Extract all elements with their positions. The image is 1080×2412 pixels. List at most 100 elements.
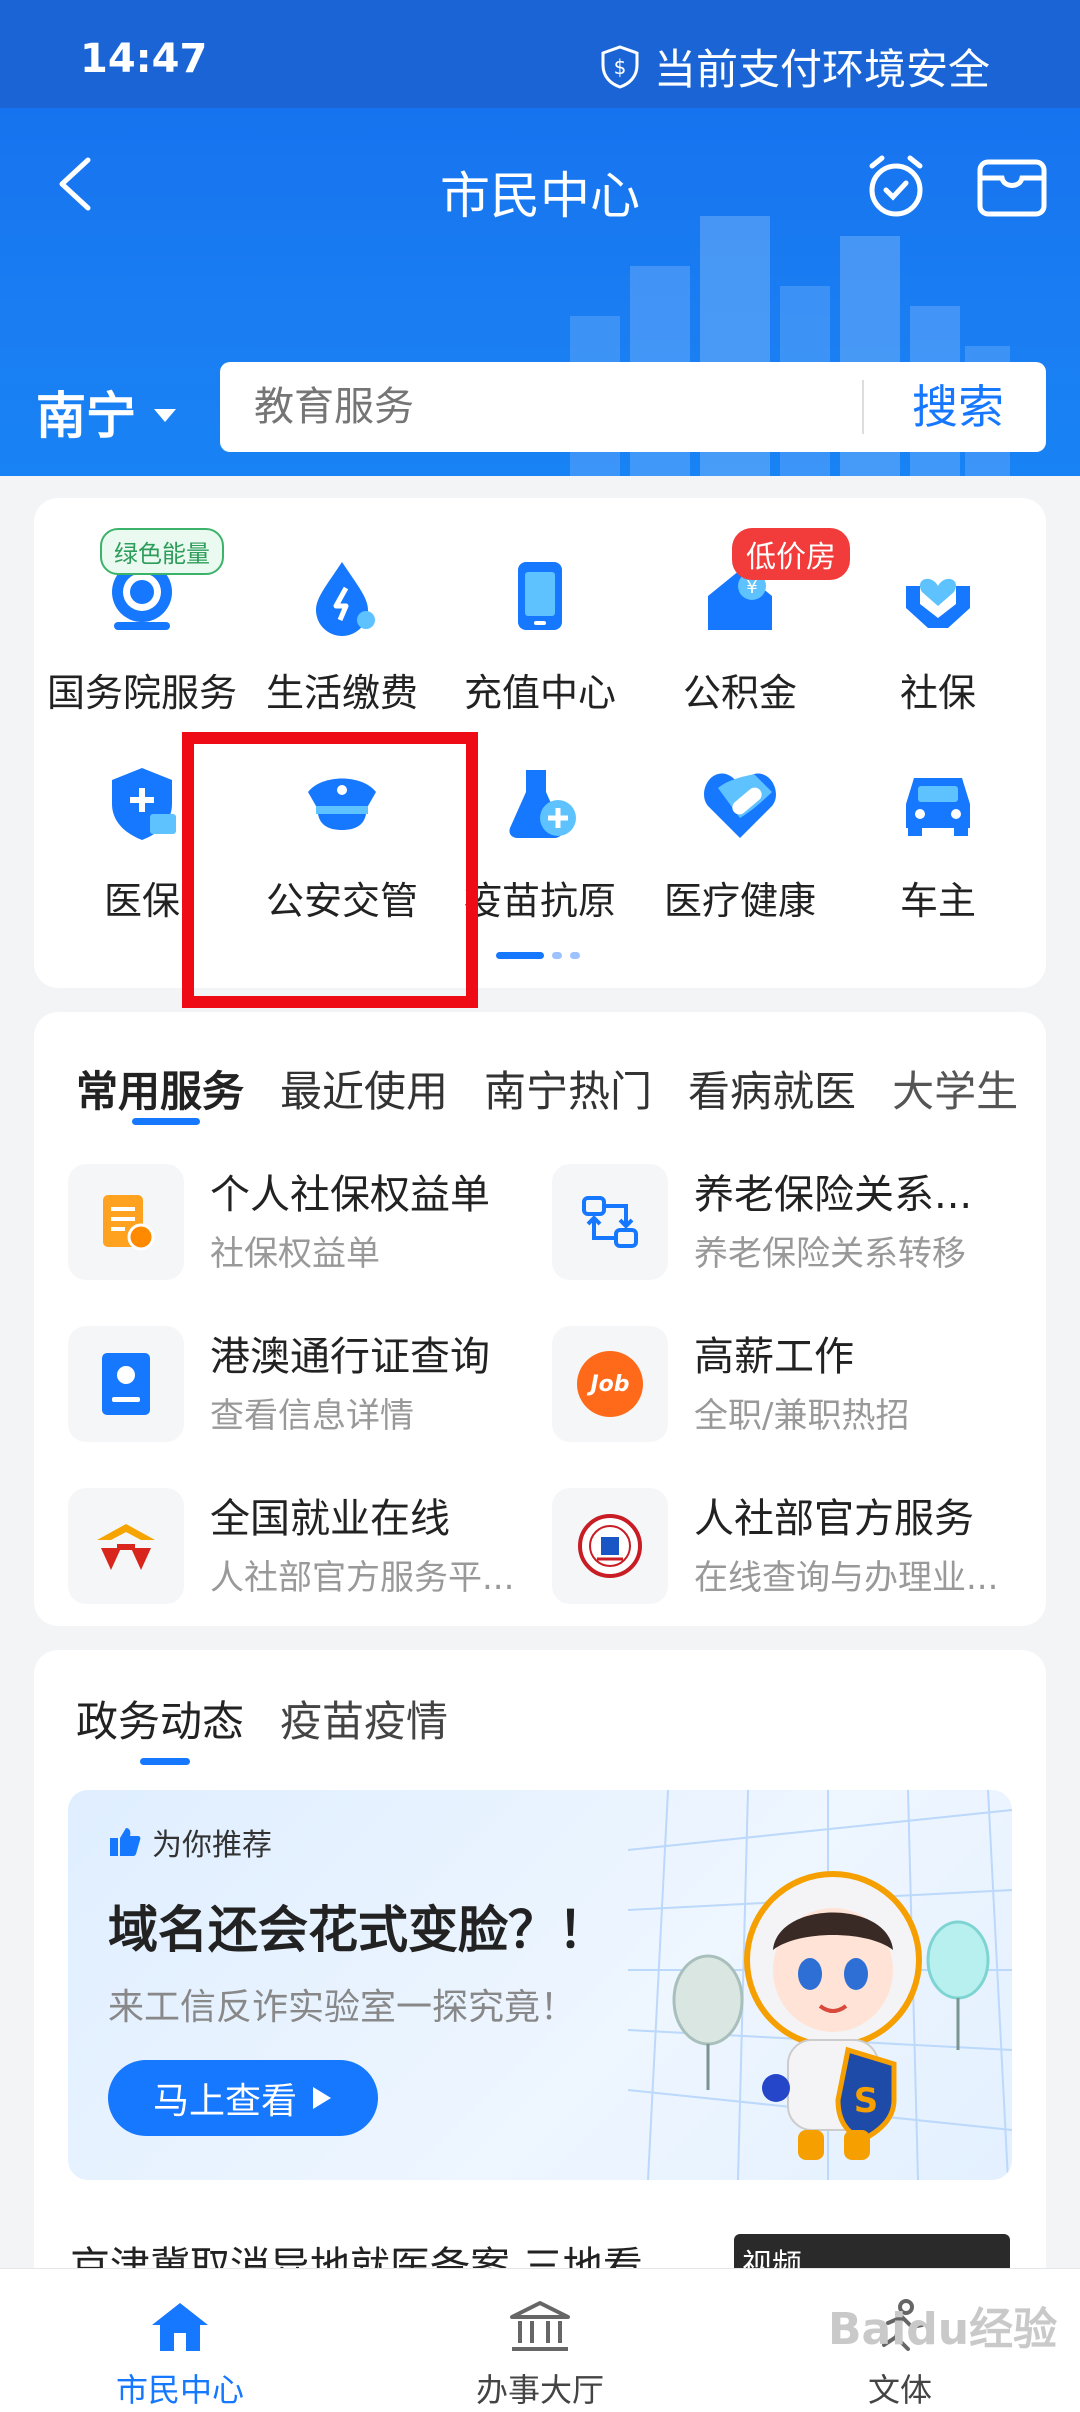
service-title: 港澳通行证查询 xyxy=(210,1334,490,1380)
svg-text:¥: ¥ xyxy=(746,577,757,598)
tab-nanning-hot[interactable]: 南宁热门 xyxy=(484,1058,652,1119)
service-title: 人社部官方服务 xyxy=(694,1496,974,1542)
city-name: 南宁 xyxy=(36,387,136,445)
service-item-high-salary-jobs[interactable]: Job 高薪工作 全职/兼职热招 xyxy=(552,1324,1022,1444)
service-item-social-rights[interactable]: 个人社保权益单 社保权益单 xyxy=(68,1162,538,1282)
tab-government-news[interactable]: 政务动态 xyxy=(76,1688,244,1749)
nav-label: 文体 xyxy=(867,2371,932,2409)
service-subtitle: 人社部官方服务平... xyxy=(210,1558,515,1598)
svc-icon-box xyxy=(68,1326,184,1442)
svc-icon-box: Job xyxy=(552,1326,668,1442)
social-security-icon xyxy=(906,578,970,628)
search-input[interactable] xyxy=(254,362,854,452)
page-indicator xyxy=(496,952,580,959)
service-subtitle: 社保权益单 xyxy=(210,1234,380,1274)
payment-safety-text: 当前支付环境安全 xyxy=(653,45,990,94)
page-dot xyxy=(570,952,580,959)
svg-text:$: $ xyxy=(614,55,627,79)
play-arrow-icon xyxy=(313,2087,331,2109)
service-title: 全国就业在线 xyxy=(210,1496,450,1542)
nav-label: 市民中心 xyxy=(115,2371,244,2409)
svc-icon-box xyxy=(552,1164,668,1280)
tab-college-students[interactable]: 大学生 xyxy=(892,1058,1018,1119)
grid-label: 国务院服务 xyxy=(46,671,237,715)
status-bar: 14:47 $ 当前支付环境安全 xyxy=(0,0,1080,108)
caret-down-icon xyxy=(154,408,176,422)
tab-medical[interactable]: 看病就医 xyxy=(688,1058,856,1119)
tab-recently-used[interactable]: 最近使用 xyxy=(280,1058,448,1119)
service-subtitle: 在线查询与办理业... xyxy=(694,1558,999,1598)
nav-label: 办事大厅 xyxy=(475,2371,604,2409)
shield-icon: $ xyxy=(601,44,639,89)
search-box: 搜索 xyxy=(220,362,1046,452)
alarm-clock-icon[interactable] xyxy=(862,152,930,220)
service-title: 养老保险关系... xyxy=(694,1172,973,1218)
grid-item-utility-payment[interactable]: 生活缴费 xyxy=(242,556,442,717)
recommend-banner[interactable]: 为你推荐 域名还会花式变脸？！ 来工信反诈实验室一探究竟！ 马上查看 S xyxy=(68,1790,1012,2180)
thumbs-up-icon xyxy=(110,1828,141,1856)
grid-item-state-council[interactable]: 国务院服务 xyxy=(42,556,242,717)
service-subtitle: 养老保险关系转移 xyxy=(694,1234,966,1274)
recommend-tag: 为你推荐 xyxy=(108,1820,272,1864)
grid-label: 车主 xyxy=(899,879,976,923)
grid-item-social-security[interactable]: 社保 xyxy=(838,556,1038,717)
baidu-watermark: Baidu经验 xyxy=(828,2304,1058,2355)
utility-payment-icon xyxy=(316,562,375,636)
medical-insurance-icon xyxy=(112,768,176,840)
grid-label: 公积金 xyxy=(682,671,797,715)
grid-item-housing-fund[interactable]: ¥ 公积金 xyxy=(640,556,840,717)
phone-recharge-icon xyxy=(518,562,562,630)
service-item-mohrss-official[interactable]: 人社部官方服务 在线查询与办理业... xyxy=(552,1486,1022,1606)
red-highlight-box xyxy=(182,732,478,1008)
tab-vaccine-epidemic[interactable]: 疫苗疫情 xyxy=(280,1688,448,1749)
grid-label: 充值中心 xyxy=(463,671,616,715)
view-now-label: 马上查看 xyxy=(152,2081,297,2122)
service-item-hk-macau-permit[interactable]: 港澳通行证查询 查看信息详情 xyxy=(68,1324,538,1444)
mohrss-seal-icon xyxy=(578,1514,642,1578)
news-tab-underline xyxy=(140,1758,190,1765)
permit-card-icon xyxy=(102,1353,150,1415)
svc-icon-box xyxy=(68,1488,184,1604)
service-item-national-employment[interactable]: 全国就业在线 人社部官方服务平... xyxy=(68,1486,538,1606)
card-wallet-icon[interactable] xyxy=(976,156,1048,220)
grid-label: 社保 xyxy=(899,671,976,715)
job-logo-icon: Job xyxy=(577,1351,643,1417)
services-card: 常用服务 最近使用 南宁热门 看病就医 大学生 个人社保权益单 社保权益单 养老… xyxy=(34,1012,1046,1626)
banner-subtitle: 来工信反诈实验室一探究竟！ xyxy=(108,1987,577,2028)
recommend-tag-text: 为你推荐 xyxy=(152,1828,272,1863)
grid-item-car-owner[interactable]: 车主 xyxy=(838,764,1038,925)
page-dot xyxy=(552,952,562,959)
news-tabs: 政务动态 疫苗疫情 xyxy=(76,1688,448,1749)
service-subtitle: 查看信息详情 xyxy=(210,1396,414,1436)
medical-health-icon xyxy=(704,773,776,838)
payment-safety-indicator: $ 当前支付环境安全 xyxy=(600,36,990,97)
nav-citizen-center[interactable]: 市民中心 xyxy=(80,2299,280,2411)
svc-icon-box xyxy=(552,1488,668,1604)
astronaut-mascot-illustration: S xyxy=(672,1871,990,2160)
transfer-icon xyxy=(582,1196,638,1248)
page-dot-active xyxy=(496,952,544,959)
view-now-button[interactable]: 马上查看 xyxy=(108,2060,378,2136)
banner-title: 域名还会花式变脸？！ xyxy=(108,1901,608,1959)
employment-logo-icon xyxy=(97,1524,155,1570)
grid-item-medical-health[interactable]: 医疗健康 xyxy=(640,764,840,925)
document-icon xyxy=(103,1195,155,1251)
grid-label: 医疗健康 xyxy=(663,879,816,923)
low-price-housing-badge: 低价房 xyxy=(732,528,850,580)
car-owner-icon xyxy=(906,778,970,836)
nav-service-hall[interactable]: 办事大厅 xyxy=(440,2299,640,2411)
government-building-icon xyxy=(510,2301,570,2351)
service-tabs: 常用服务 最近使用 南宁热门 看病就医 大学生 xyxy=(76,1058,1018,1119)
tab-common-services[interactable]: 常用服务 xyxy=(76,1058,244,1119)
status-time: 14:47 xyxy=(80,36,208,82)
search-button[interactable]: 搜索 xyxy=(870,362,1046,452)
vaccine-antigen-icon xyxy=(509,770,576,838)
green-energy-badge: 绿色能量 xyxy=(100,528,224,575)
grid-label: 生活缴费 xyxy=(265,671,418,715)
grid-item-recharge[interactable]: 充值中心 xyxy=(440,556,640,717)
svg-text:S: S xyxy=(854,2081,879,2121)
service-item-pension-transfer[interactable]: 养老保险关系... 养老保险关系转移 xyxy=(552,1162,1022,1282)
city-selector[interactable]: 南宁 xyxy=(36,376,176,448)
service-subtitle: 全职/兼职热招 xyxy=(694,1396,910,1436)
tab-underline xyxy=(132,1118,200,1125)
